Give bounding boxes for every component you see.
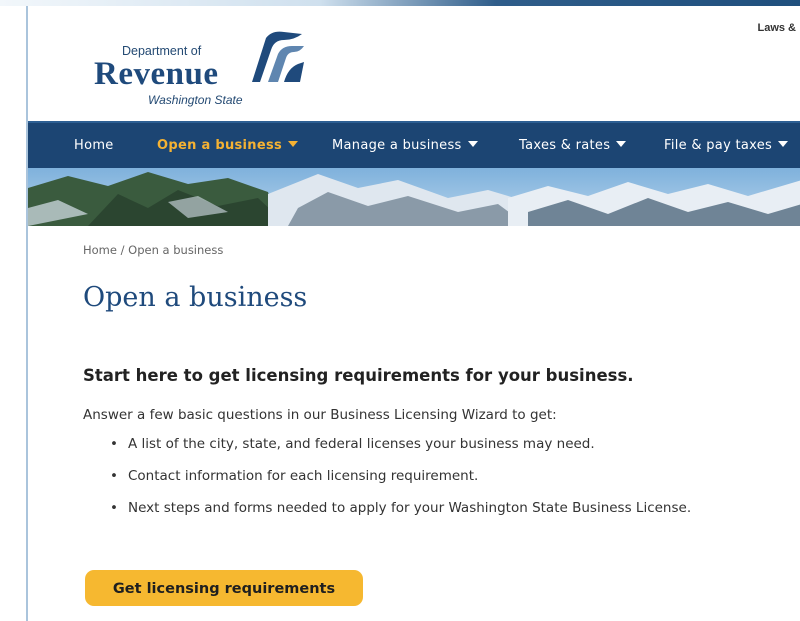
nav-label: Taxes & rates (519, 138, 611, 153)
get-licensing-requirements-button[interactable]: Get licensing requirements (85, 570, 363, 606)
nav-label: Open a business (157, 138, 283, 153)
browser-page: Laws & Department of Revenue Washington … (26, 6, 800, 621)
section-heading: Start here to get licensing requirements… (83, 366, 634, 385)
list-item: Next steps and forms needed to apply for… (106, 500, 691, 532)
intro-text: Answer a few basic questions in our Busi… (83, 407, 557, 423)
list-item: A list of the city, state, and federal l… (106, 436, 691, 468)
nav-label: Home (74, 138, 114, 153)
page-title: Open a business (83, 282, 308, 313)
chevron-down-icon (288, 141, 299, 147)
nav-item-taxes-rates[interactable]: Taxes & rates (519, 138, 627, 153)
nav-label: File & pay taxes (664, 138, 773, 153)
breadcrumb-separator: / (116, 243, 129, 257)
nav-item-open-a-business[interactable]: Open a business (157, 138, 299, 153)
site-header: Laws & Department of Revenue Washington … (28, 6, 800, 120)
dor-logo[interactable]: Department of Revenue Washington State (94, 26, 304, 116)
list-item: Contact information for each licensing r… (106, 468, 691, 500)
chevron-down-icon (778, 141, 789, 147)
breadcrumb-home-link[interactable]: Home (83, 243, 117, 257)
nav-item-manage-a-business[interactable]: Manage a business (332, 138, 478, 153)
breadcrumb-current: Open a business (128, 243, 224, 257)
wizard-benefits-list: A list of the city, state, and federal l… (106, 436, 691, 532)
chevron-down-icon (616, 141, 627, 147)
nav-item-home[interactable]: Home (74, 138, 114, 153)
nav-item-file-pay-taxes[interactable]: File & pay taxes (664, 138, 789, 153)
breadcrumb: Home / Open a business (83, 243, 223, 257)
logo-state-text: Washington State (148, 93, 243, 107)
main-nav: Home Open a business Manage a business T… (28, 121, 800, 170)
utility-link-laws[interactable]: Laws & (757, 22, 796, 34)
mountain-banner-image (28, 168, 800, 226)
revenue-swoosh-icon (252, 31, 304, 83)
nav-label: Manage a business (332, 138, 462, 153)
chevron-down-icon (467, 141, 478, 147)
logo-revenue-text: Revenue (94, 56, 219, 92)
